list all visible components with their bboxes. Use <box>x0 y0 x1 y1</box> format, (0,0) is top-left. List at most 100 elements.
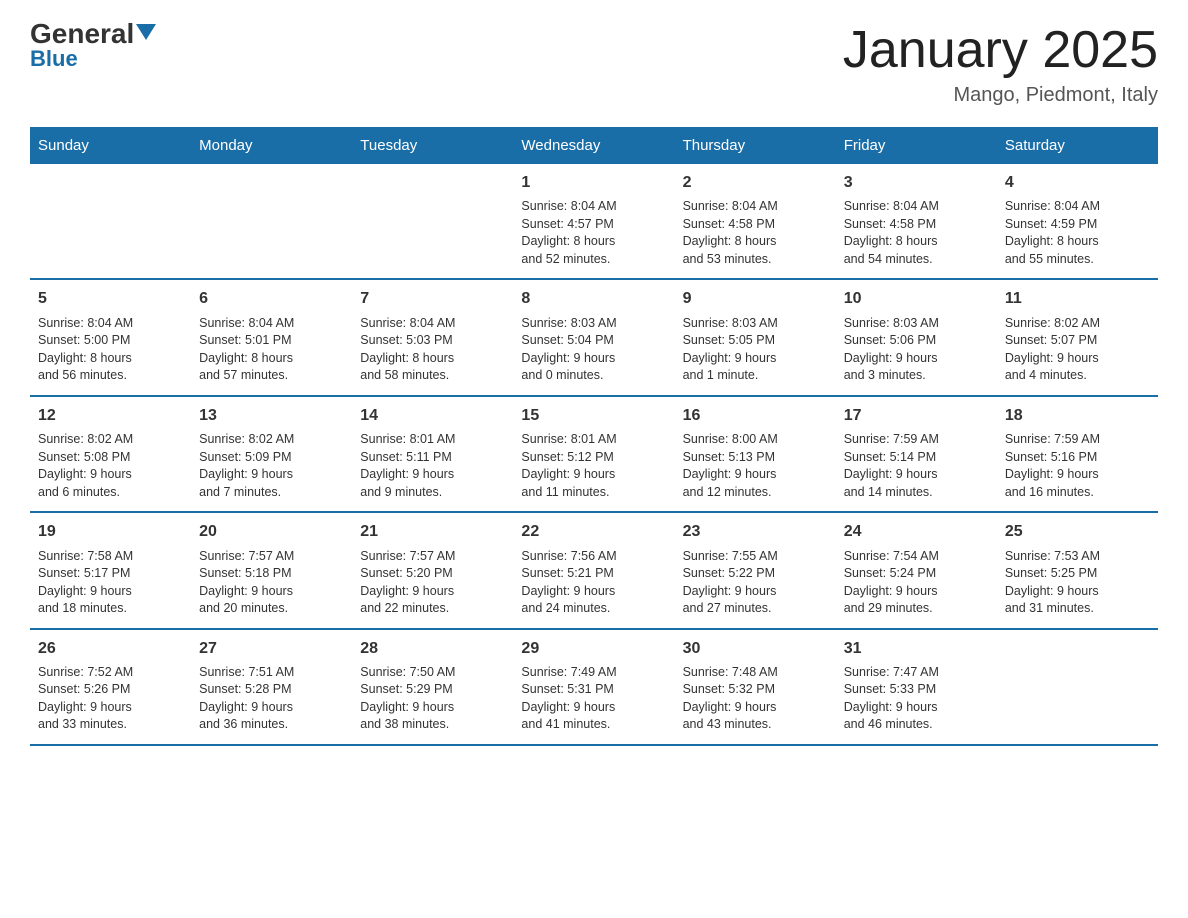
day-number: 21 <box>360 521 505 543</box>
calendar-cell: 16Sunrise: 8:00 AMSunset: 5:13 PMDayligh… <box>675 396 836 512</box>
day-number: 7 <box>360 288 505 310</box>
calendar-cell: 13 Sunrise: 8:02 AMSunset: 5:09 PMDayligh… <box>191 396 352 512</box>
day-info: Sunrise: 7:47 AMSunset: 5:33 PMDaylight:… <box>844 664 989 734</box>
day-info: Sunrise: 7:55 AMSunset: 5:22 PMDaylight:… <box>683 548 828 618</box>
weekday-header-tuesday: Tuesday <box>352 127 513 164</box>
calendar-cell: 26Sunrise: 7:52 AMSunset: 5:26 PMDayligh… <box>30 629 191 745</box>
day-number: 6 <box>199 288 344 310</box>
calendar-cell: 7 Sunrise: 8:04 AMSunset: 5:03 PMDaylight… <box>352 279 513 395</box>
calendar-title: January 2025 <box>843 20 1158 80</box>
weekday-header-saturday: Saturday <box>997 127 1158 164</box>
calendar-cell: 9Sunrise: 8:03 AMSunset: 5:05 PMDaylight… <box>675 279 836 395</box>
day-number: 15 <box>521 405 666 427</box>
day-number: 25 <box>1005 521 1150 543</box>
day-number: 22 <box>521 521 666 543</box>
logo: General Blue <box>30 20 156 72</box>
day-info: Sunrise: 8:01 AMSunset: 5:11 PMDaylight:… <box>360 431 505 501</box>
calendar-cell <box>30 164 191 279</box>
logo-blue-text: Blue <box>30 46 78 72</box>
calendar-cell: 8 Sunrise: 8:03 AMSunset: 5:04 PMDaylight… <box>513 279 674 395</box>
day-info: Sunrise: 8:02 AMSunset: 5:08 PMDaylight:… <box>38 431 183 501</box>
day-info: Sunrise: 7:59 AMSunset: 5:16 PMDaylight:… <box>1005 431 1150 501</box>
week-row-5: 26Sunrise: 7:52 AMSunset: 5:26 PMDayligh… <box>30 629 1158 745</box>
day-info: Sunrise: 8:04 AMSunset: 4:58 PMDaylight:… <box>844 198 989 268</box>
calendar-cell: 5Sunrise: 8:04 AMSunset: 5:00 PMDaylight… <box>30 279 191 395</box>
day-number: 29 <box>521 638 666 660</box>
weekday-header-thursday: Thursday <box>675 127 836 164</box>
calendar-cell: 12 Sunrise: 8:02 AMSunset: 5:08 PMDayligh… <box>30 396 191 512</box>
day-info: Sunrise: 7:53 AMSunset: 5:25 PMDaylight:… <box>1005 548 1150 618</box>
calendar-cell: 25 Sunrise: 7:53 AMSunset: 5:25 PMDayligh… <box>997 512 1158 628</box>
weekday-header-sunday: Sunday <box>30 127 191 164</box>
calendar-cell: 3 Sunrise: 8:04 AMSunset: 4:58 PMDaylight… <box>836 164 997 279</box>
day-number: 10 <box>844 288 989 310</box>
logo-text: General <box>30 20 156 48</box>
day-number: 11 <box>1005 288 1150 310</box>
calendar-cell <box>997 629 1158 745</box>
calendar-cell: 15 Sunrise: 8:01 AMSunset: 5:12 PMDayligh… <box>513 396 674 512</box>
title-area: January 2025 Mango, Piedmont, Italy <box>843 20 1158 107</box>
calendar-cell: 28 Sunrise: 7:50 AMSunset: 5:29 PMDayligh… <box>352 629 513 745</box>
calendar-cell: 21 Sunrise: 7:57 AMSunset: 5:20 PMDayligh… <box>352 512 513 628</box>
day-info: Sunrise: 7:48 AMSunset: 5:32 PMDaylight:… <box>683 664 828 734</box>
day-number: 8 <box>521 288 666 310</box>
day-number: 14 <box>360 405 505 427</box>
week-row-3: 12 Sunrise: 8:02 AMSunset: 5:08 PMDayligh… <box>30 396 1158 512</box>
day-info: Sunrise: 7:58 AMSunset: 5:17 PMDaylight:… <box>38 548 183 618</box>
day-info: Sunrise: 7:50 AMSunset: 5:29 PMDaylight:… <box>360 664 505 734</box>
calendar-cell: 11 Sunrise: 8:02 AMSunset: 5:07 PMDayligh… <box>997 279 1158 395</box>
calendar-cell: 19Sunrise: 7:58 AMSunset: 5:17 PMDayligh… <box>30 512 191 628</box>
day-number: 24 <box>844 521 989 543</box>
day-info: Sunrise: 8:00 AMSunset: 5:13 PMDaylight:… <box>683 431 828 501</box>
day-number: 12 <box>38 405 183 427</box>
calendar-cell: 20 Sunrise: 7:57 AMSunset: 5:18 PMDayligh… <box>191 512 352 628</box>
day-info: Sunrise: 8:02 AMSunset: 5:07 PMDaylight:… <box>1005 315 1150 385</box>
day-number: 28 <box>360 638 505 660</box>
day-info: Sunrise: 8:03 AMSunset: 5:06 PMDaylight:… <box>844 315 989 385</box>
day-info: Sunrise: 8:01 AMSunset: 5:12 PMDaylight:… <box>521 431 666 501</box>
day-number: 4 <box>1005 172 1150 194</box>
calendar-cell: 17 Sunrise: 7:59 AMSunset: 5:14 PMDayligh… <box>836 396 997 512</box>
day-number: 30 <box>683 638 828 660</box>
day-info: Sunrise: 8:03 AMSunset: 5:04 PMDaylight:… <box>521 315 666 385</box>
day-info: Sunrise: 7:57 AMSunset: 5:18 PMDaylight:… <box>199 548 344 618</box>
logo-triangle-icon <box>136 24 156 40</box>
calendar-body: 1 Sunrise: 8:04 AMSunset: 4:57 PMDaylight… <box>30 164 1158 745</box>
day-info: Sunrise: 8:02 AMSunset: 5:09 PMDaylight:… <box>199 431 344 501</box>
calendar-cell: 30 Sunrise: 7:48 AMSunset: 5:32 PMDayligh… <box>675 629 836 745</box>
week-row-2: 5Sunrise: 8:04 AMSunset: 5:00 PMDaylight… <box>30 279 1158 395</box>
day-number: 27 <box>199 638 344 660</box>
day-info: Sunrise: 7:54 AMSunset: 5:24 PMDaylight:… <box>844 548 989 618</box>
day-info: Sunrise: 7:51 AMSunset: 5:28 PMDaylight:… <box>199 664 344 734</box>
calendar-cell: 31 Sunrise: 7:47 AMSunset: 5:33 PMDayligh… <box>836 629 997 745</box>
day-info: Sunrise: 8:04 AMSunset: 5:03 PMDaylight:… <box>360 315 505 385</box>
day-info: Sunrise: 8:04 AMSunset: 5:00 PMDaylight:… <box>38 315 183 385</box>
week-row-1: 1 Sunrise: 8:04 AMSunset: 4:57 PMDaylight… <box>30 164 1158 279</box>
calendar-cell: 6Sunrise: 8:04 AMSunset: 5:01 PMDaylight… <box>191 279 352 395</box>
day-number: 3 <box>844 172 989 194</box>
day-number: 1 <box>521 172 666 194</box>
day-info: Sunrise: 8:04 AMSunset: 4:58 PMDaylight:… <box>683 198 828 268</box>
day-info: Sunrise: 7:56 AMSunset: 5:21 PMDaylight:… <box>521 548 666 618</box>
day-info: Sunrise: 7:59 AMSunset: 5:14 PMDaylight:… <box>844 431 989 501</box>
day-number: 2 <box>683 172 828 194</box>
day-number: 18 <box>1005 405 1150 427</box>
weekday-header-friday: Friday <box>836 127 997 164</box>
calendar-cell: 23 Sunrise: 7:55 AMSunset: 5:22 PMDayligh… <box>675 512 836 628</box>
day-info: Sunrise: 8:04 AMSunset: 4:57 PMDaylight:… <box>521 198 666 268</box>
day-number: 13 <box>199 405 344 427</box>
calendar-cell <box>191 164 352 279</box>
calendar-cell: 10 Sunrise: 8:03 AMSunset: 5:06 PMDayligh… <box>836 279 997 395</box>
calendar-cell: 24 Sunrise: 7:54 AMSunset: 5:24 PMDayligh… <box>836 512 997 628</box>
day-info: Sunrise: 7:57 AMSunset: 5:20 PMDaylight:… <box>360 548 505 618</box>
calendar-cell: 1 Sunrise: 8:04 AMSunset: 4:57 PMDaylight… <box>513 164 674 279</box>
weekday-header-wednesday: Wednesday <box>513 127 674 164</box>
calendar-header: SundayMondayTuesdayWednesdayThursdayFrid… <box>30 127 1158 164</box>
week-row-4: 19Sunrise: 7:58 AMSunset: 5:17 PMDayligh… <box>30 512 1158 628</box>
day-number: 31 <box>844 638 989 660</box>
calendar-cell: 2 Sunrise: 8:04 AMSunset: 4:58 PMDaylight… <box>675 164 836 279</box>
day-number: 17 <box>844 405 989 427</box>
day-number: 20 <box>199 521 344 543</box>
day-number: 23 <box>683 521 828 543</box>
day-number: 26 <box>38 638 183 660</box>
